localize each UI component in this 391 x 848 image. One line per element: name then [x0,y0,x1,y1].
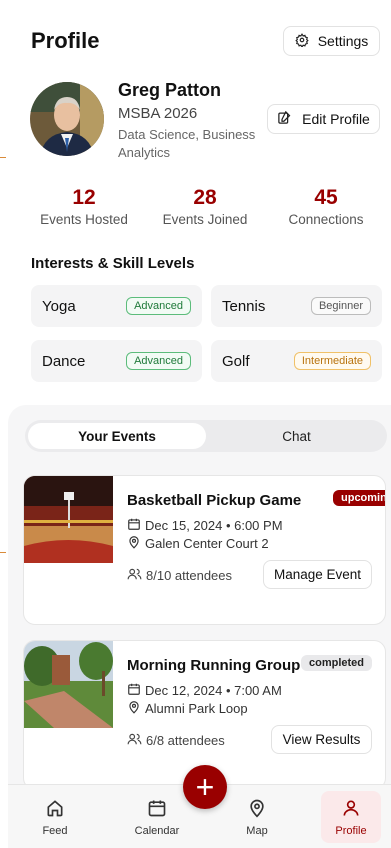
tab-chat[interactable]: Chat [209,423,384,449]
event-datetime: Dec 15, 2024 • 6:00 PM [127,517,283,534]
stat-label: Events Hosted [40,212,128,227]
event-location-text: Galen Center Court 2 [145,536,269,551]
user-program: MSBA 2026 [118,105,198,122]
view-results-button[interactable]: View Results [271,725,372,754]
interests-title: Interests & Skill Levels [31,255,195,272]
interest-item-tennis[interactable]: Tennis Beginner [211,285,382,327]
nav-label: Map [246,824,268,837]
plus-icon: + [195,768,215,805]
skill-level-badge: Advanced [126,352,191,370]
calendar-icon [147,798,167,821]
status-badge: upcoming [333,490,385,506]
interest-item-yoga[interactable]: Yoga Advanced [31,285,202,327]
event-location-text: Alumni Park Loop [145,701,248,716]
stat-label: Connections [288,212,364,227]
attendees-text: 6/8 attendees [146,733,225,748]
stat-label: Events Joined [162,212,248,227]
stat-connections: 45 Connections [266,186,386,227]
map-pin-icon [247,798,267,821]
map-pin-icon [127,535,141,552]
interest-item-dance[interactable]: Dance Advanced [31,340,202,382]
event-image [24,476,113,563]
users-icon [127,567,142,584]
edge-marker [0,157,6,158]
event-location: Alumni Park Loop [127,700,248,717]
event-attendees: 6/8 attendees [127,732,225,749]
event-title: Morning Running Group [127,657,301,674]
user-icon [341,798,361,821]
create-event-button[interactable]: + [183,765,227,809]
nav-item-calendar[interactable]: Calendar [127,791,187,843]
nav-item-feed[interactable]: Feed [25,791,85,843]
stat-value: 12 [72,186,96,209]
settings-button[interactable]: Settings [283,26,380,56]
manage-event-button[interactable]: Manage Event [263,560,372,589]
nav-label: Feed [42,824,68,837]
user-name: Greg Patton [118,80,222,100]
skill-level-badge: Advanced [126,297,191,315]
status-badge: completed [301,655,373,671]
attendees-text: 8/10 attendees [146,568,233,583]
page-title: Profile [31,28,100,53]
event-title: Basketball Pickup Game [127,492,302,509]
edit-icon [277,110,292,128]
event-location: Galen Center Court 2 [127,535,269,552]
event-datetime: Dec 12, 2024 • 7:00 AM [127,682,282,699]
nav-label: Calendar [134,824,180,837]
skill-level-badge: Beginner [310,297,371,315]
tab-your-events[interactable]: Your Events [28,423,206,449]
user-focus: Data Science, Business Analytics [118,127,256,160]
home-icon [45,798,65,821]
stat-events-hosted: 12 Events Hosted [24,186,144,227]
interest-name: Yoga [42,297,76,315]
nav-label: Profile [335,824,367,837]
edge-marker [0,552,6,553]
calendar-icon [127,517,141,534]
stat-value: 28 [193,186,217,209]
profile-screen: Profile Settings Greg Patton MSBA 2026 D… [8,0,391,848]
interest-name: Dance [42,352,86,370]
stat-events-joined: 28 Events Joined [145,186,265,227]
calendar-icon [127,682,141,699]
map-pin-icon [127,700,141,717]
edit-profile-button[interactable]: Edit Profile [267,104,380,134]
interest-name: Golf [222,352,250,370]
avatar [30,82,104,156]
event-card-basketball[interactable]: Basketball Pickup Game upcoming Dec 15, … [23,475,386,625]
users-icon [127,732,142,749]
edit-profile-label: Edit Profile [302,111,370,127]
nav-item-map[interactable]: Map [227,791,287,843]
event-image [24,641,113,728]
interest-name: Tennis [222,297,266,315]
event-datetime-text: Dec 15, 2024 • 6:00 PM [145,518,283,533]
settings-label: Settings [317,33,369,49]
event-datetime-text: Dec 12, 2024 • 7:00 AM [145,683,282,698]
interest-item-golf[interactable]: Golf Intermediate [211,340,382,382]
events-tabs: Your Events Chat [25,420,387,452]
skill-level-badge: Intermediate [293,352,371,370]
stat-value: 45 [314,186,338,209]
gear-icon [295,32,309,50]
event-attendees: 8/10 attendees [127,567,232,584]
profile-header-card: Profile Settings Greg Patton MSBA 2026 D… [8,0,391,404]
nav-item-profile[interactable]: Profile [321,791,381,843]
